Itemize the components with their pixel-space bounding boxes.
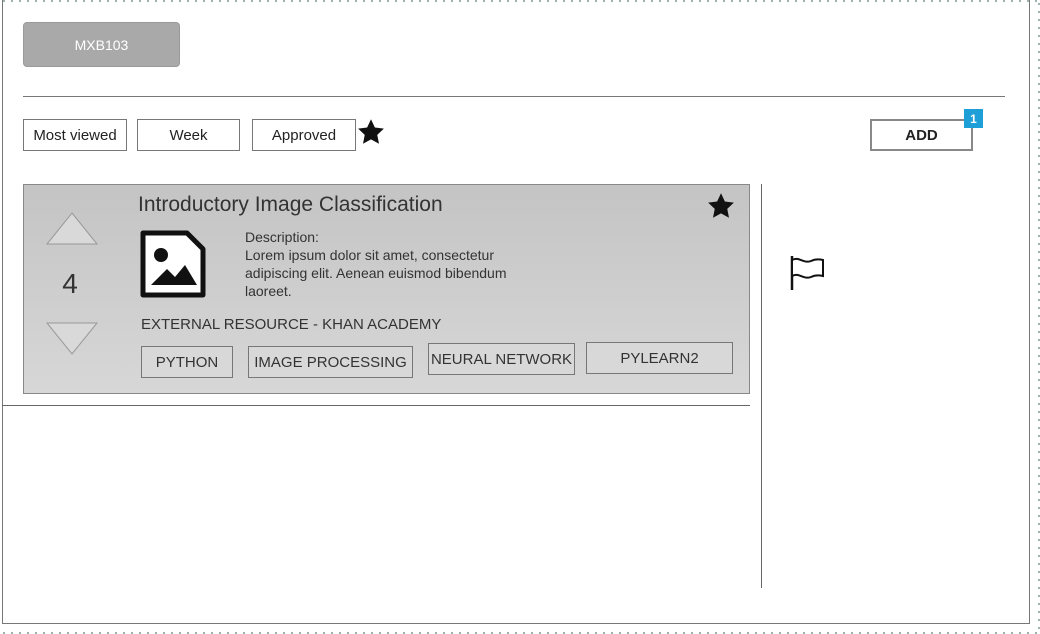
resource-description: Description: Lorem ipsum dolor sit amet,… [245, 228, 535, 300]
vote-count: 4 [62, 268, 78, 299]
favorite-star-icon[interactable] [705, 191, 737, 221]
description-label: Description: [245, 229, 319, 245]
star-icon[interactable] [355, 117, 387, 147]
tag-pylearn2[interactable]: PYLEARN2 [586, 342, 733, 374]
sidebar-divider [761, 184, 762, 588]
course-button[interactable]: MXB103 [23, 22, 180, 67]
upvote-arrow-icon[interactable] [45, 211, 99, 251]
image-icon [139, 229, 207, 304]
add-button[interactable]: ADD [870, 119, 973, 151]
downvote-arrow-icon[interactable] [45, 321, 99, 361]
tag-python[interactable]: PYTHON [141, 346, 233, 378]
description-text: Lorem ipsum dolor sit amet, consectetur … [245, 247, 507, 299]
tag-neural-network[interactable]: NEURAL NETWORK [428, 343, 575, 375]
add-count-badge: 1 [964, 109, 983, 128]
resource-title[interactable]: Introductory Image Classification [138, 193, 443, 217]
resource-source: EXTERNAL RESOURCE - KHAN ACADEMY [141, 316, 442, 333]
tag-image-processing[interactable]: IMAGE PROCESSING [248, 346, 413, 378]
filter-week[interactable]: Week [137, 119, 240, 151]
filter-approved[interactable]: Approved [252, 119, 356, 151]
header-divider [23, 96, 1005, 97]
filter-most-viewed[interactable]: Most viewed [23, 119, 127, 151]
flag-icon[interactable] [789, 254, 827, 297]
list-divider [2, 405, 750, 406]
